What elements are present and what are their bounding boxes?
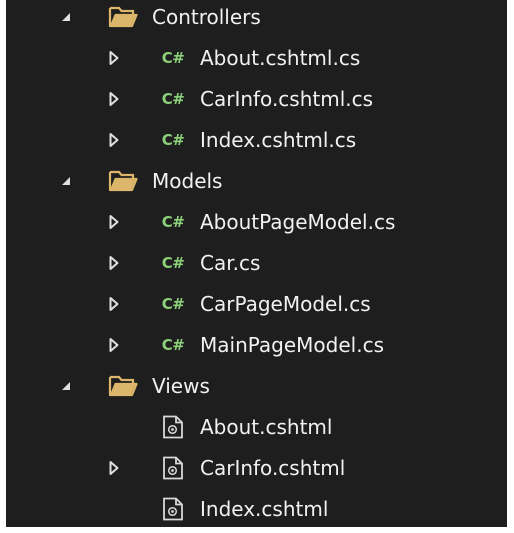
- razor-file-icon: [156, 447, 190, 488]
- tree-item-label: Views: [152, 373, 210, 398]
- folder-open-icon: [106, 365, 140, 406]
- tree-item-label: MainPageModel.cs: [200, 332, 384, 357]
- tree-folder-views[interactable]: Views: [6, 365, 507, 406]
- csharp-file-icon: C#: [161, 89, 185, 108]
- tree-item-label: Car.cs: [200, 250, 261, 275]
- collapse-arrow-icon[interactable]: [104, 37, 124, 78]
- folder-open-icon: [106, 160, 140, 201]
- tree-item-label: AboutPageModel.cs: [200, 209, 396, 234]
- file-tree: Controllers C# About.cshtml.cs C# CarInfo.cs…: [6, 0, 507, 527]
- tree-item-label: About.cshtml.cs: [200, 45, 361, 70]
- tree-item-label: CarInfo.cshtml.cs: [200, 86, 374, 111]
- tree-item-label: About.cshtml: [200, 414, 333, 439]
- collapse-arrow-icon[interactable]: [104, 119, 124, 160]
- csharp-file-icon: C#: [161, 253, 185, 272]
- solution-explorer-tree-panel: Controllers C# About.cshtml.cs C# CarInfo.cs…: [6, 0, 507, 527]
- tree-item-label: CarPageModel.cs: [200, 291, 371, 316]
- collapse-arrow-icon[interactable]: [104, 283, 124, 324]
- tree-folder-models[interactable]: Models: [6, 160, 507, 201]
- folder-open-icon: [106, 0, 140, 37]
- expand-arrow-icon[interactable]: [56, 0, 76, 37]
- tree-file-index-cshtml[interactable]: Index.cshtml: [6, 488, 507, 527]
- tree-file-mainpagemodel-cs[interactable]: C# MainPageModel.cs: [6, 324, 507, 365]
- collapse-arrow-icon[interactable]: [104, 324, 124, 365]
- csharp-file-icon: C#: [161, 130, 185, 149]
- tree-file-about-cshtml[interactable]: About.cshtml: [6, 406, 507, 447]
- tree-file-carpagemodel-cs[interactable]: C# CarPageModel.cs: [6, 283, 507, 324]
- tree-file-carinfo-cshtml-cs[interactable]: C# CarInfo.cshtml.cs: [6, 78, 507, 119]
- collapse-arrow-icon[interactable]: [104, 201, 124, 242]
- expand-arrow-icon[interactable]: [56, 160, 76, 201]
- collapse-arrow-icon[interactable]: [104, 447, 124, 488]
- tree-file-carinfo-cshtml[interactable]: CarInfo.cshtml: [6, 447, 507, 488]
- tree-file-aboutpagemodel-cs[interactable]: C# AboutPageModel.cs: [6, 201, 507, 242]
- razor-file-icon: [156, 406, 190, 447]
- csharp-file-icon: C#: [161, 294, 185, 313]
- collapse-arrow-icon[interactable]: [104, 242, 124, 283]
- tree-file-index-cshtml-cs[interactable]: C# Index.cshtml.cs: [6, 119, 507, 160]
- csharp-file-icon: C#: [161, 212, 185, 231]
- expand-arrow-icon[interactable]: [56, 365, 76, 406]
- tree-folder-controllers[interactable]: Controllers: [6, 0, 507, 37]
- tree-item-label: Index.cshtml: [200, 496, 329, 521]
- collapse-arrow-icon[interactable]: [104, 78, 124, 119]
- tree-item-label: Controllers: [152, 4, 261, 29]
- tree-item-label: CarInfo.cshtml: [200, 455, 346, 480]
- csharp-file-icon: C#: [161, 335, 185, 354]
- tree-file-about-cshtml-cs[interactable]: C# About.cshtml.cs: [6, 37, 507, 78]
- tree-item-label: Index.cshtml.cs: [200, 127, 357, 152]
- csharp-file-icon: C#: [161, 48, 185, 67]
- tree-file-car-cs[interactable]: C# Car.cs: [6, 242, 507, 283]
- tree-item-label: Models: [152, 168, 223, 193]
- razor-file-icon: [156, 488, 190, 527]
